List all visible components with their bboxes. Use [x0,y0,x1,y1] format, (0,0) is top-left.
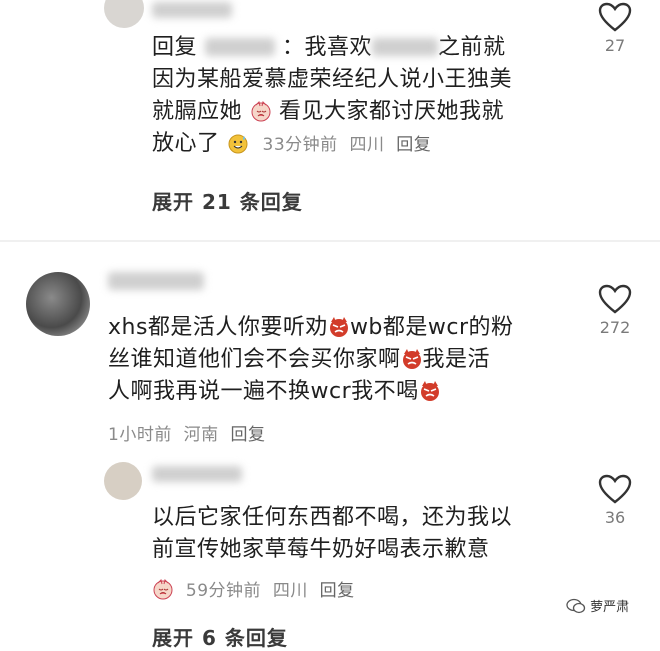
angry-devil-emoji [401,348,423,370]
like-count: 27 [604,36,626,55]
angry-devil-emoji [419,380,441,402]
expand-replies-button[interactable]: 展开 6 条回复 [152,622,288,651]
expand-replies-button[interactable]: 展开 21 条回复 [152,186,303,215]
username-blurred [152,466,242,482]
username-blurred [108,272,204,290]
avatar[interactable] [26,272,90,336]
avatar[interactable] [104,0,144,28]
comment-text: 以后它家任何东西都不喝，还为我以 前宣传她家草莓牛奶好喝表示歉意 [152,505,513,562]
reply-link[interactable]: 回复 [396,135,431,155]
heart-outline-icon [598,474,632,504]
comment-text: 回复 ：我喜欢 之前就 因为某船爱慕虚荣经纪人说小王独美 就膈应她 看见大家都讨厌… [152,35,513,156]
avatar[interactable] [104,462,142,500]
heart-outline-icon [598,2,632,32]
name-blurred [372,38,439,56]
like-count: 272 [599,318,631,337]
like-button[interactable]: 272 [592,284,638,337]
reply-link[interactable]: 回复 [230,425,265,445]
heart-outline-icon [598,284,632,314]
crying-emoji [152,578,174,600]
crying-emoji [250,100,272,122]
comment-text: xhs都是活人你要听劝 wb都是wcr的粉 丝谁知道他们会不会买你家啊 我是活 人啊… [108,315,514,404]
username-blurred [152,2,232,18]
like-button[interactable]: 27 [592,2,638,55]
wechat-logo-icon [566,598,586,614]
reply-link[interactable]: 回复 [320,581,355,601]
mention-blurred [204,38,275,56]
divider [0,240,660,242]
comment-meta: 59分钟前 四川 回复 [152,576,355,601]
comment-meta: 33分钟前 四川 回复 [262,135,432,155]
sweat-smile-emoji [227,132,249,154]
watermark: 萝严肃 [566,596,629,615]
comment-meta: 1小时前 河南 回复 [108,425,266,445]
like-count: 36 [604,508,626,527]
like-button[interactable]: 36 [592,474,638,527]
angry-devil-emoji [328,316,350,338]
